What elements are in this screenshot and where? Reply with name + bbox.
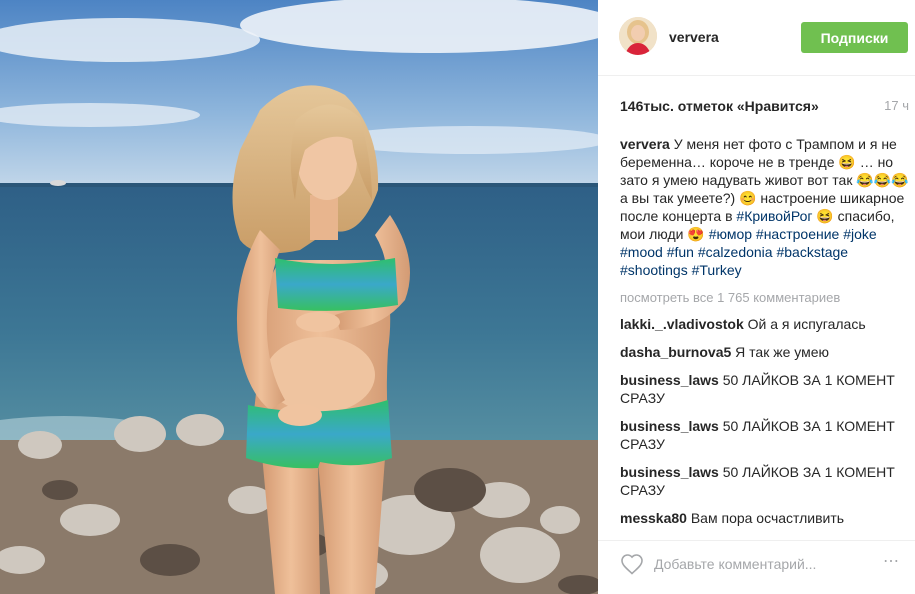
comment-input[interactable] — [654, 553, 864, 575]
comment: business_laws 50 ЛАЙКОВ ЗА 1 КОМЕНТ СРАЗ… — [620, 371, 910, 407]
comment-username[interactable]: business_laws — [620, 464, 719, 480]
comments-section: ververa У меня нет фото с Трампом и я не… — [620, 135, 910, 537]
comment: messka80 Вам пора осчастливить — [620, 509, 910, 527]
comment-text: Вам пора осчастливить — [690, 510, 845, 526]
comment-username[interactable]: dasha_burnova5 — [620, 344, 731, 360]
hashtag[interactable]: #юмор — [709, 226, 752, 242]
comment-username[interactable]: business_laws — [620, 372, 719, 388]
hashtag[interactable]: #fun — [667, 244, 694, 260]
following-button[interactable]: Подписки — [801, 22, 908, 53]
avatar[interactable] — [619, 17, 657, 55]
comment-username[interactable]: messka80 — [620, 510, 687, 526]
comment: business_laws 50 ЛАЙКОВ ЗА 1 КОМЕНТ СРАЗ… — [620, 463, 910, 499]
avatar-image — [619, 17, 657, 55]
hashtag[interactable]: #calzedonia — [698, 244, 773, 260]
hashtag[interactable]: #backstage — [776, 244, 848, 260]
username-link[interactable]: ververa — [669, 29, 719, 45]
hashtag[interactable]: #mood — [620, 244, 663, 260]
comment-bar: ⋯ — [598, 540, 915, 594]
hashtag[interactable]: #КривойРог — [736, 208, 812, 224]
caption: ververa У меня нет фото с Трампом и я не… — [620, 135, 910, 279]
hashtag[interactable]: #shootings — [620, 262, 688, 278]
comment: lakki._.vladivostok Ой а я испугалась — [620, 315, 910, 333]
comment-text: Ой а я испугалась — [747, 316, 866, 332]
comment: business_laws 50 ЛАЙКОВ ЗА 1 КОМЕНТ СРАЗ… — [620, 417, 910, 453]
comment: dasha_burnova5 Я так же умею — [620, 343, 910, 361]
post-time[interactable]: 17 ч — [884, 98, 909, 113]
comment-text: Я так же умею — [735, 344, 830, 360]
post-header: ververa Подписки — [598, 0, 915, 76]
photo-image — [0, 0, 598, 594]
post-photo[interactable] — [0, 0, 598, 594]
comment-username[interactable]: business_laws — [620, 418, 719, 434]
caption-username[interactable]: ververa — [620, 136, 670, 152]
view-all-comments-link[interactable]: посмотреть все 1 765 комментариев — [620, 289, 910, 307]
ellipsis-icon[interactable]: ⋯ — [883, 554, 899, 570]
heart-icon[interactable] — [620, 553, 644, 575]
hashtag[interactable]: #настроение — [756, 226, 839, 242]
hashtag[interactable]: #Turkey — [692, 262, 742, 278]
likes-count[interactable]: 146тыс. отметок «Нравится» — [620, 98, 819, 114]
post-panel: ververa Подписки 146тыс. отметок «Нравит… — [598, 0, 915, 594]
hashtag[interactable]: #joke — [843, 226, 876, 242]
comment-username[interactable]: lakki._.vladivostok — [620, 316, 744, 332]
